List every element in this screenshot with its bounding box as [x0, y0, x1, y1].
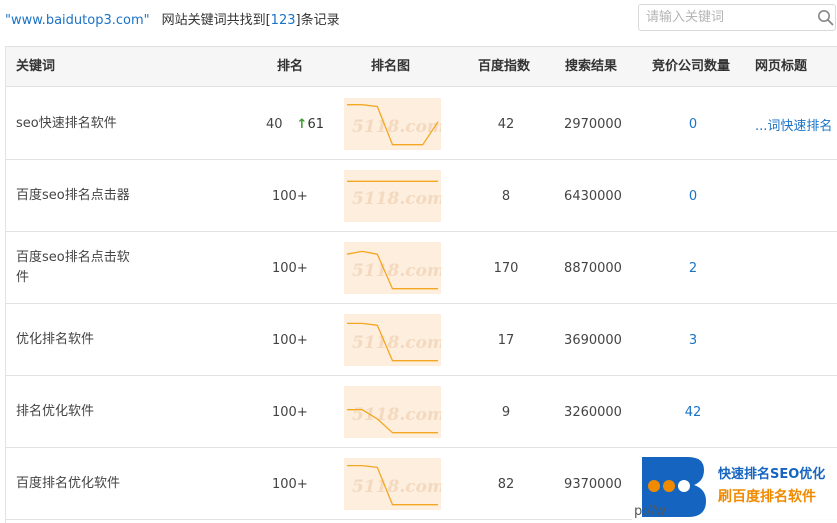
table-row: 优化排名软件 100+ 5118.com 17 3690000 3 — [6, 304, 837, 376]
site-domain[interactable]: "www.baidutop3.com" — [5, 13, 150, 28]
rank-value: 40 — [266, 116, 283, 132]
top-bar: "www.baidutop3.com" 网站关键词共找到[123]条记录 — [0, 0, 837, 46]
col-baidu-index[interactable]: 百度指数 — [478, 47, 530, 87]
logo-url-fragment: p://w — [634, 504, 666, 519]
search-icon[interactable] — [817, 9, 834, 26]
col-rank[interactable]: 排名 — [277, 47, 303, 87]
watermark-text: 5118.com — [352, 477, 441, 497]
col-search-results[interactable]: 搜索结果 — [565, 47, 617, 87]
baidu-index-cell: 170 — [493, 260, 519, 276]
result-summary: "www.baidutop3.com" 网站关键词共找到[123]条记录 — [5, 9, 340, 28]
search-results-cell: 8870000 — [564, 260, 622, 276]
col-keyword[interactable]: 关键词 — [16, 47, 55, 87]
summary-prefix: 网站关键词共找到[ — [161, 13, 271, 28]
rank-value: 100+ — [272, 404, 308, 420]
table-row: 排名优化软件 100+ 5118.com 9 3260000 42 — [6, 376, 837, 448]
search-box — [638, 4, 836, 31]
watermark-text: 5118.com — [352, 333, 441, 353]
baidu-index-cell: 17 — [497, 332, 515, 348]
up-arrow-icon: ↑ — [296, 116, 308, 132]
baidu-index-cell: 42 — [497, 116, 515, 132]
bid-count-link[interactable]: 3 — [668, 304, 718, 376]
baidu-index-cell: 9 — [501, 404, 511, 420]
rank-value: 100+ — [272, 188, 308, 204]
search-results-cell: 2970000 — [564, 116, 622, 132]
rank-trend-chart: 5118.com — [344, 386, 441, 438]
table-row: seo快速排名软件 40 ↑61 5118.com 42 2970000 0 ..… — [6, 88, 837, 160]
rank-cell: 40 ↑61 — [266, 88, 324, 160]
bid-count-link[interactable]: 0 — [668, 88, 718, 160]
search-results-cell: 6430000 — [564, 188, 622, 204]
table-row: 百度seo排名点击器 100+ 5118.com 8 6430000 0 — [6, 160, 837, 232]
site-logo-watermark: 快速排名SEO优化 刷百度排名软件 p://w — [632, 451, 837, 523]
col-rank-chart: 排名图 — [371, 59, 411, 74]
rank-trend-chart: 5118.com — [344, 314, 441, 366]
keyword-cell: 百度排名优化软件 — [16, 476, 121, 491]
search-results-cell: 9370000 — [564, 476, 622, 492]
summary-suffix: ]条记录 — [295, 13, 340, 28]
bid-count-link[interactable]: 2 — [668, 232, 718, 304]
rank-trend-chart: 5118.com — [344, 98, 441, 150]
bid-count-link[interactable]: 0 — [668, 160, 718, 232]
rank-value: 100+ — [272, 260, 308, 276]
rise-value: 61 — [307, 116, 324, 132]
watermark-text: 5118.com — [352, 261, 441, 281]
search-results-cell: 3690000 — [564, 332, 622, 348]
bid-count-link[interactable]: 42 — [668, 376, 718, 448]
rank-value: 100+ — [272, 476, 308, 492]
search-results-cell: 3260000 — [564, 404, 622, 420]
keyword-cell: 排名优化软件 — [16, 404, 95, 419]
rank-rise: ↑61 — [297, 117, 324, 132]
watermark-text: 5118.com — [352, 405, 441, 425]
table-row: 百度seo排名点击软件 100+ 5118.com 170 8870000 2 — [6, 232, 837, 304]
keyword-cell: 百度seo排名点击器 — [16, 188, 130, 203]
result-count: 123 — [270, 13, 296, 28]
logo-line1: 快速排名SEO优化 — [718, 466, 825, 482]
col-page-title: 网页标题 — [755, 59, 808, 74]
rank-trend-chart: 5118.com — [344, 170, 441, 222]
logo-line2: 刷百度排名软件 — [718, 488, 816, 505]
baidu-index-cell: 8 — [501, 188, 511, 204]
page-title-link[interactable]: ...词快速排名 — [755, 88, 832, 160]
keyword-cell: 百度seo排名点击软件 — [16, 250, 130, 285]
watermark-text: 5118.com — [352, 117, 441, 137]
rank-value: 100+ — [272, 332, 308, 348]
keyword-cell: seo快速排名软件 — [16, 116, 117, 131]
table-header: 关键词 排名 排名图 百度指数 搜索结果 竞价公司数量 网页标题 — [6, 47, 837, 87]
rank-trend-chart: 5118.com — [344, 458, 441, 510]
baidu-index-cell: 82 — [497, 476, 515, 492]
keyword-cell: 优化排名软件 — [16, 332, 95, 347]
watermark-text: 5118.com — [352, 189, 441, 209]
rank-trend-chart: 5118.com — [344, 242, 441, 294]
col-bid-companies[interactable]: 竞价公司数量 — [652, 47, 730, 87]
search-input[interactable] — [639, 5, 809, 30]
